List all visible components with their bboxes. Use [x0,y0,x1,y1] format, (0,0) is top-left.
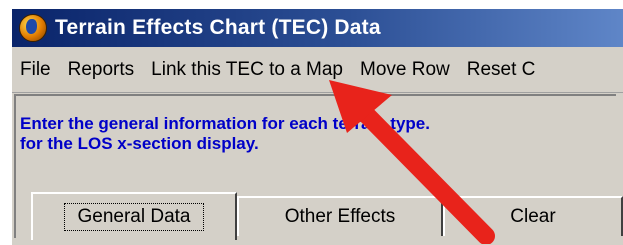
tab-general-data[interactable]: General Data [31,192,237,240]
menu-bar: File Reports Link this TEC to a Map Move… [12,47,623,93]
instructions-line-1: Enter the general information for each t… [20,114,430,133]
tab-general-data-label: General Data [64,203,204,231]
tab-clear[interactable]: Clear [443,196,623,236]
tab-other-effects-label: Other Effects [284,206,396,227]
instructions-text: Enter the general information for each t… [20,114,610,154]
tab-clear-label: Clear [510,206,556,227]
tab-other-effects[interactable]: Other Effects [237,196,443,236]
title-bar[interactable]: Terrain Effects Chart (TEC) Data [12,9,623,47]
menu-link-tec-to-map[interactable]: Link this TEC to a Map [145,59,349,81]
menu-file[interactable]: File [12,59,57,81]
menu-reset[interactable]: Reset C [461,59,542,81]
globe-icon[interactable] [19,14,47,42]
menu-move-row[interactable]: Move Row [354,59,456,81]
instructions-line-2: for the LOS x-section display. [20,134,259,153]
window-title: Terrain Effects Chart (TEC) Data [55,16,381,39]
menu-reports[interactable]: Reports [62,59,141,81]
